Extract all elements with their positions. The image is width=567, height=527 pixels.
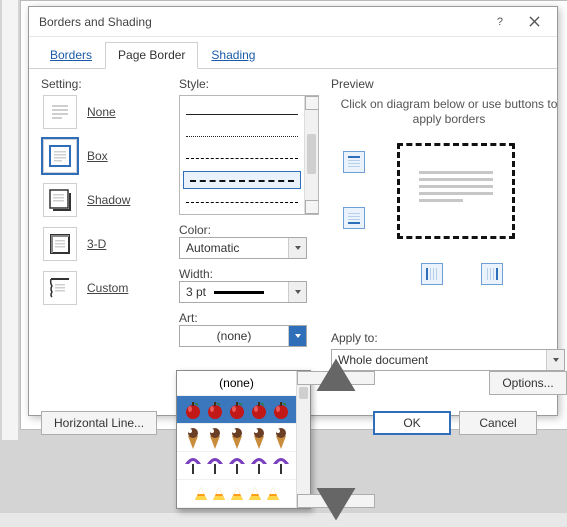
- scroll-thumb[interactable]: [299, 387, 308, 399]
- width-sample-line: [214, 291, 264, 294]
- border-left-button[interactable]: [421, 263, 443, 285]
- style-label: Style:: [179, 77, 319, 91]
- tabstrip: Borders Page Border Shading: [29, 37, 557, 69]
- scroll-up-icon[interactable]: [297, 371, 375, 385]
- art-dropdown-list[interactable]: (none): [176, 370, 311, 509]
- art-option-none-label: (none): [219, 376, 254, 390]
- color-dropdown[interactable]: Automatic: [179, 237, 307, 259]
- border-top-button[interactable]: [343, 151, 365, 173]
- art-value: (none): [180, 326, 288, 346]
- ok-button[interactable]: OK: [373, 411, 451, 435]
- art-option-icecream[interactable]: [177, 424, 296, 452]
- chevron-down-icon[interactable]: [288, 238, 306, 258]
- horizontal-line-button[interactable]: Horizontal Line...: [41, 411, 157, 435]
- apply-to-value: Whole document: [332, 350, 546, 370]
- style-dashdot[interactable]: [184, 194, 300, 210]
- style-dash-selected[interactable]: [184, 172, 300, 188]
- setting-label: Setting:: [41, 77, 173, 91]
- art-option-umbrellas[interactable]: [177, 452, 296, 480]
- setting-box[interactable]: Box: [43, 139, 173, 173]
- border-bottom-button[interactable]: [343, 207, 365, 229]
- borders-shading-dialog: Borders and Shading ? Borders Page Borde…: [28, 6, 558, 416]
- tab-borders[interactable]: Borders: [37, 42, 105, 69]
- setting-3d-label: 3-D: [87, 237, 106, 251]
- titlebar: Borders and Shading ?: [29, 7, 557, 37]
- art-dropdown[interactable]: (none): [179, 325, 307, 347]
- style-list[interactable]: [179, 95, 319, 215]
- style-group: Style: Color:: [179, 77, 319, 347]
- setting-custom[interactable]: Custom: [43, 271, 173, 305]
- setting-group: Setting: None Box Shadow 3-D: [41, 77, 173, 315]
- setting-none-label: None: [87, 105, 116, 119]
- scroll-down-icon[interactable]: [305, 200, 319, 214]
- setting-shadow[interactable]: Shadow: [43, 183, 173, 217]
- tab-shading[interactable]: Shading: [198, 42, 268, 69]
- svg-text:?: ?: [496, 16, 502, 27]
- color-label: Color:: [179, 223, 319, 237]
- preview-label: Preview: [331, 77, 567, 91]
- chevron-down-icon[interactable]: [288, 282, 306, 302]
- preview-hint: Click on diagram below or use buttons to…: [335, 97, 563, 127]
- art-option-apples[interactable]: [177, 396, 296, 424]
- close-button[interactable]: [517, 10, 551, 34]
- setting-shadow-label: Shadow: [87, 193, 130, 207]
- setting-custom-label: Custom: [87, 281, 128, 295]
- options-button[interactable]: Options...: [489, 371, 567, 395]
- style-solid[interactable]: [184, 106, 300, 122]
- width-value: 3 pt: [186, 285, 206, 299]
- scroll-thumb[interactable]: [307, 134, 316, 174]
- setting-3d[interactable]: 3-D: [43, 227, 173, 261]
- art-label: Art:: [179, 311, 319, 325]
- scroll-down-icon[interactable]: [297, 494, 375, 508]
- style-scrollbar[interactable]: [304, 96, 318, 214]
- art-scrollbar[interactable]: [296, 371, 310, 508]
- scroll-up-icon[interactable]: [305, 96, 319, 110]
- color-value: Automatic: [180, 238, 288, 258]
- help-button[interactable]: ?: [483, 10, 517, 34]
- apply-to-dropdown[interactable]: Whole document: [331, 349, 565, 371]
- setting-box-label: Box: [87, 149, 108, 163]
- width-label: Width:: [179, 267, 319, 281]
- apply-label: Apply to:: [331, 331, 567, 345]
- cancel-button[interactable]: Cancel: [459, 411, 537, 435]
- width-dropdown[interactable]: 3 pt: [179, 281, 307, 303]
- dialog-title: Borders and Shading: [39, 15, 483, 29]
- preview-group: Preview Click on diagram below or use bu…: [331, 77, 567, 295]
- art-option-none[interactable]: (none): [177, 371, 296, 396]
- chevron-down-icon[interactable]: [546, 350, 564, 370]
- preview-page[interactable]: [397, 143, 515, 239]
- setting-none[interactable]: None: [43, 95, 173, 129]
- style-dotted[interactable]: [184, 128, 300, 144]
- tab-page-border[interactable]: Page Border: [105, 42, 198, 69]
- chevron-down-icon[interactable]: [288, 326, 306, 346]
- style-dash-small[interactable]: [184, 150, 300, 166]
- border-right-button[interactable]: [481, 263, 503, 285]
- art-option-candycorn[interactable]: [177, 480, 296, 508]
